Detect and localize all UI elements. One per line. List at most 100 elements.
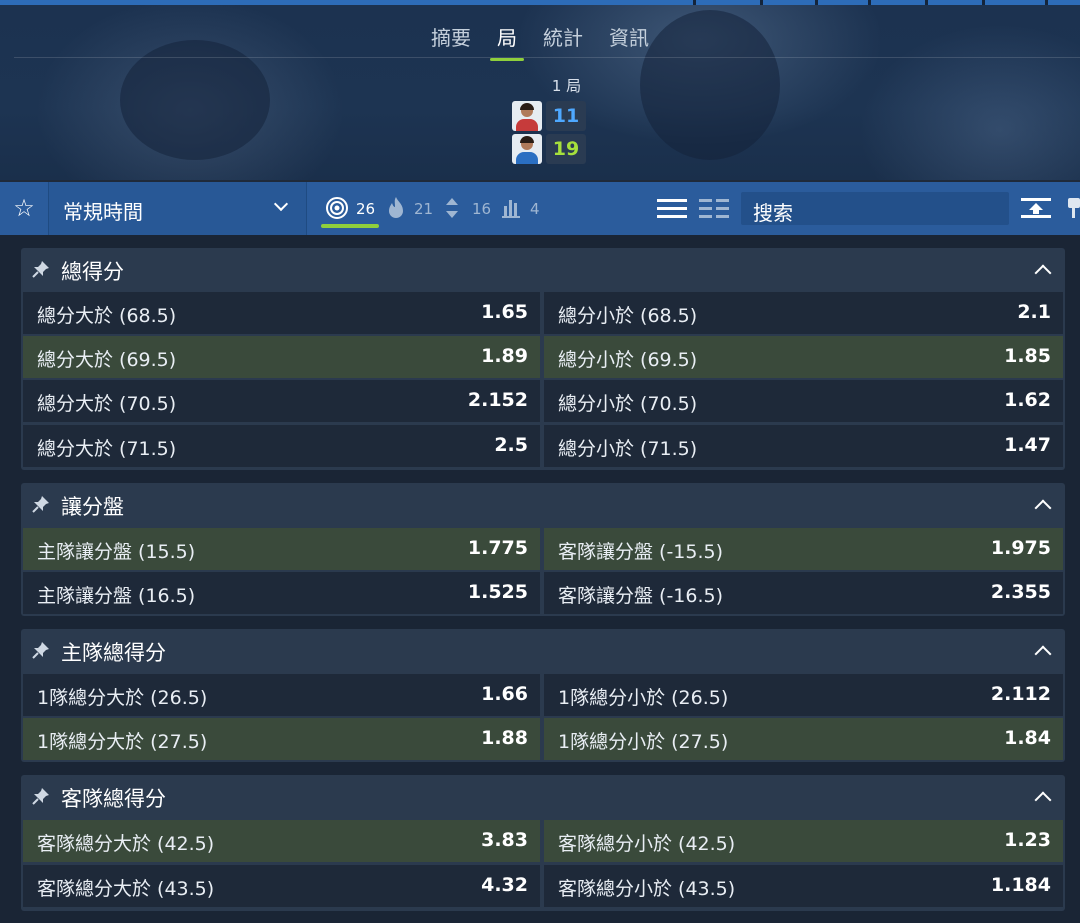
tab-summary[interactable]: 摘要 <box>431 22 471 59</box>
selection-label: 1隊總分小於 (26.5) <box>558 687 729 709</box>
odds-cell[interactable]: 1隊總分大於 (27.5) 1.88 <box>23 718 540 760</box>
selection-label: 客隊總分大於 (43.5) <box>37 878 215 900</box>
hero-background-shape <box>120 40 270 160</box>
odds-cell[interactable]: 客隊總分大於 (42.5) 3.83 <box>23 820 540 862</box>
filter-popular[interactable]: 21 <box>385 182 437 235</box>
odds-cell[interactable]: 主隊讓分盤 (15.5) 1.775 <box>23 528 540 570</box>
match-hero: 摘要 局 統計 資訊 1 局 11 19 <box>0 0 1080 180</box>
market-title: 讓分盤 <box>61 495 124 519</box>
bar-stack-icon <box>502 200 520 218</box>
pin-icon[interactable] <box>32 260 50 278</box>
odds-cell[interactable]: 客隊總分小於 (43.5) 1.184 <box>544 865 1063 907</box>
odds-cell[interactable]: 總分小於 (70.5) 1.62 <box>544 380 1063 422</box>
top-progress-bar <box>0 0 1080 5</box>
filter-over-under[interactable]: 16 <box>444 182 494 235</box>
odds-value: 1.85 <box>1004 345 1051 367</box>
pin-icon[interactable] <box>1066 196 1080 222</box>
odds-cell[interactable]: 1隊總分大於 (26.5) 1.66 <box>23 674 540 716</box>
period-dropdown-label: 常規時間 <box>63 200 143 224</box>
selection-label: 1隊總分大於 (27.5) <box>37 731 208 753</box>
selection-label: 總分大於 (71.5) <box>37 438 177 460</box>
odds-value: 1.84 <box>1004 727 1051 749</box>
set-label: 1 局 <box>551 77 582 95</box>
filter-specials[interactable]: 4 <box>502 182 546 235</box>
market-section-away-total: 客隊總得分 客隊總分大於 (42.5) 3.83 客隊總分小於 (42.5) 1… <box>21 775 1065 911</box>
tabs-divider <box>14 57 1080 58</box>
market-section-header[interactable]: 讓分盤 <box>21 483 1065 527</box>
pin-icon[interactable] <box>32 641 50 659</box>
home-player-avatar <box>512 101 542 131</box>
selection-label: 總分大於 (69.5) <box>37 349 177 371</box>
collapse-all-icon[interactable] <box>1021 196 1051 220</box>
market-section-home-total: 主隊總得分 1隊總分大於 (26.5) 1.66 1隊總分小於 (26.5) 2… <box>21 629 1065 762</box>
odds-value: 3.83 <box>481 829 528 851</box>
chevron-up-icon[interactable] <box>1034 499 1052 517</box>
odds-value: 2.5 <box>494 434 528 456</box>
market-title: 客隊總得分 <box>61 787 166 811</box>
odds-cell[interactable]: 1隊總分小於 (26.5) 2.112 <box>544 674 1063 716</box>
odds-value: 1.775 <box>467 537 528 559</box>
target-icon <box>326 197 348 219</box>
tab-sets[interactable]: 局 <box>490 22 524 61</box>
odds-cell[interactable]: 總分小於 (68.5) 2.1 <box>544 292 1063 334</box>
period-dropdown[interactable]: 常規時間 <box>48 182 307 235</box>
tab-info[interactable]: 資訊 <box>609 22 649 59</box>
odds-value: 2.112 <box>990 683 1051 705</box>
selection-label: 客隊總分大於 (42.5) <box>37 833 215 855</box>
odds-cell[interactable]: 總分小於 (71.5) 1.47 <box>544 425 1063 467</box>
odds-value: 1.975 <box>990 537 1051 559</box>
odds-cell[interactable]: 客隊讓分盤 (-16.5) 2.355 <box>544 572 1063 614</box>
tab-stats[interactable]: 統計 <box>543 22 583 59</box>
odds-cell[interactable]: 總分小於 (69.5) 1.85 <box>544 336 1063 378</box>
odds-value: 2.355 <box>990 581 1051 603</box>
odds-value: 1.89 <box>481 345 528 367</box>
odds-value: 1.525 <box>467 581 528 603</box>
market-search-input[interactable]: 搜索 <box>741 192 1009 225</box>
filter-count: 26 <box>356 200 376 218</box>
odds-value: 4.32 <box>481 874 528 896</box>
odds-cell[interactable]: 總分大於 (70.5) 2.152 <box>23 380 540 422</box>
pin-icon[interactable] <box>32 495 50 513</box>
odds-cell[interactable]: 總分大於 (71.5) 2.5 <box>23 425 540 467</box>
chevron-up-icon[interactable] <box>1034 791 1052 809</box>
odds-value: 1.62 <box>1004 389 1051 411</box>
odds-cell[interactable]: 總分大於 (69.5) 1.89 <box>23 336 540 378</box>
chevron-up-icon[interactable] <box>1034 645 1052 663</box>
market-section-header[interactable]: 總得分 <box>21 248 1065 292</box>
pin-icon[interactable] <box>32 787 50 805</box>
odds-cell[interactable]: 1隊總分小於 (27.5) 1.84 <box>544 718 1063 760</box>
odds-value: 1.66 <box>481 683 528 705</box>
home-score-row: 11 <box>512 101 588 131</box>
odds-cell[interactable]: 客隊讓分盤 (-15.5) 1.975 <box>544 528 1063 570</box>
odds-cell[interactable]: 客隊總分大於 (43.5) 4.32 <box>23 865 540 907</box>
market-title: 主隊總得分 <box>61 641 166 665</box>
selection-label: 總分小於 (71.5) <box>558 438 698 460</box>
market-section-header[interactable]: 主隊總得分 <box>21 629 1065 673</box>
selection-label: 客隊讓分盤 (-16.5) <box>558 585 724 607</box>
two-column-view-icon[interactable] <box>699 197 729 221</box>
market-section-header[interactable]: 客隊總得分 <box>21 775 1065 819</box>
star-outline-icon[interactable]: ☆ <box>0 182 48 235</box>
up-down-arrows-icon <box>446 198 458 218</box>
active-filter-underline <box>321 224 379 228</box>
odds-cell[interactable]: 主隊讓分盤 (16.5) 1.525 <box>23 572 540 614</box>
selection-label: 總分小於 (70.5) <box>558 393 698 415</box>
odds-cell[interactable]: 客隊總分小於 (42.5) 1.23 <box>544 820 1063 862</box>
selection-label: 客隊總分小於 (43.5) <box>558 878 736 900</box>
selection-label: 總分大於 (70.5) <box>37 393 177 415</box>
selection-label: 總分大於 (68.5) <box>37 305 177 327</box>
flame-icon <box>389 197 403 218</box>
chevron-down-icon <box>273 196 289 212</box>
odds-value: 2.1 <box>1017 301 1051 323</box>
selection-label: 1隊總分小於 (27.5) <box>558 731 729 753</box>
chevron-up-icon[interactable] <box>1034 264 1052 282</box>
odds-value: 1.184 <box>990 874 1051 896</box>
odds-cell[interactable]: 總分大於 (68.5) 1.65 <box>23 292 540 334</box>
away-player-avatar <box>512 134 542 164</box>
market-title: 總得分 <box>61 260 124 284</box>
odds-value: 2.152 <box>467 389 528 411</box>
filter-count: 16 <box>472 200 492 218</box>
selection-label: 主隊讓分盤 (15.5) <box>37 541 196 563</box>
selection-label: 總分小於 (69.5) <box>558 349 698 371</box>
list-view-icon[interactable] <box>657 197 687 221</box>
